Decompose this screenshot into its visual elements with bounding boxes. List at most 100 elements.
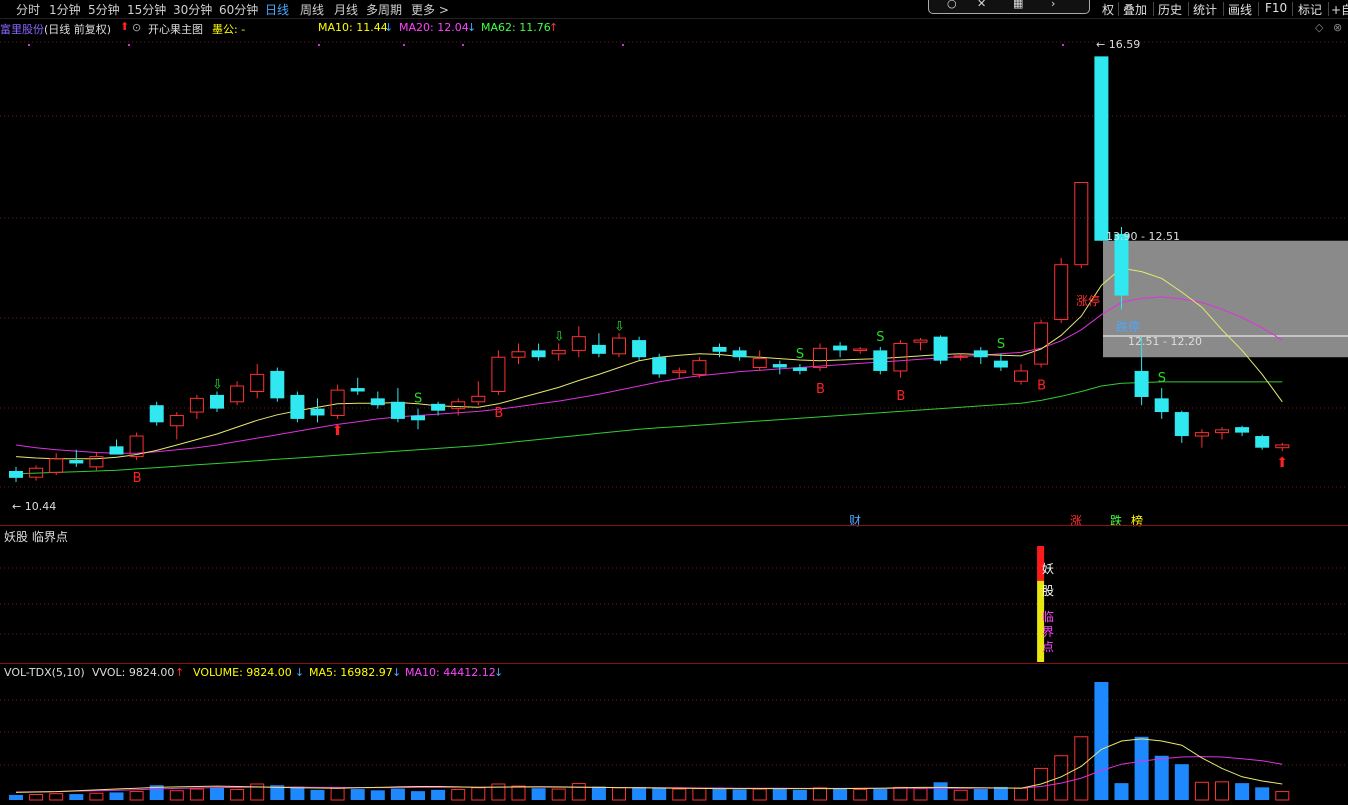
vol-bar-59 [1194,781,1209,801]
top-dot-5 [622,44,624,46]
candle-body-60 [1215,429,1229,434]
high-price-value: 16.59 [1108,38,1141,51]
candle-body-54 [1094,56,1109,241]
vol-bar-47 [953,789,968,801]
zhang-mark[interactable]: 涨 [1070,512,1082,529]
vol-bar-27 [551,788,566,801]
candle-body-58 [1174,412,1189,437]
candle-body-34 [692,360,707,375]
vol-bar-54 [1094,682,1109,800]
green-arrow-27: ⇩ [554,330,565,345]
vol-bar-50 [1014,787,1028,801]
low-price-value: 10.44 [24,500,57,513]
candle-body-14 [290,394,305,419]
vol-bar-8 [169,790,184,801]
candle-body-57 [1154,398,1169,413]
vol-bar-18 [370,790,385,800]
candle-body-18 [370,398,385,406]
panel-divider-2[interactable] [0,663,1348,664]
buy-signal-6: B [133,471,142,486]
panel-divider-1[interactable] [0,525,1348,526]
vol-bar-61 [1235,783,1250,800]
candles [9,56,1290,482]
vol-bar-34 [692,788,707,801]
vol-bar-63 [1275,791,1290,801]
candle-body-35 [712,346,727,352]
vol-bar-46 [933,782,948,800]
candle-body-52 [1054,264,1069,321]
vol-bar-21 [431,789,446,800]
candle-body-2 [49,458,64,473]
candle-body-56 [1134,370,1149,397]
vol-bar-42 [853,788,868,801]
candle-body-33 [672,370,687,373]
vol-bar-16 [330,787,345,801]
vol-bar-17 [350,789,365,800]
candle-body-5 [109,446,124,455]
vol-bar-0 [9,794,23,800]
candle-body-22 [451,401,466,410]
candle-body-61 [1235,427,1250,433]
candle-body-48 [973,350,988,358]
vol-bar-19 [390,788,405,800]
vol-bar-10 [210,787,224,800]
candle-body-42 [853,348,868,352]
vol-bar-30 [612,787,626,801]
vol-bar-22 [451,788,466,801]
vol-bar-1 [29,794,44,801]
top-dot-2 [318,44,320,46]
zhangting-label: 涨停 [1076,294,1101,308]
vol-ma5-label: MA5: 16982.97 [309,666,393,679]
vol-bar-3 [69,794,84,800]
vol-bar-43 [873,789,888,800]
candle-body-59 [1194,432,1209,437]
candle-body-17 [350,388,365,392]
vol-bar-32 [652,787,667,800]
zone2-label: 12.51 - 12.20 [1128,335,1202,348]
bang-mark[interactable]: 榜 [1131,512,1143,529]
buy-signal-51: B [1037,379,1046,394]
vol-bar-41 [833,788,848,800]
dian-label: 点 [1042,640,1055,654]
vol-ma5-arrow: ↓ [392,666,402,679]
die-mark[interactable]: 跌 [1110,512,1122,529]
volume-arrow: ↓ [295,666,305,679]
candle-body-8 [169,414,184,427]
candle-body-25 [511,351,526,358]
candle-body-37 [752,358,767,369]
candle-body-11 [230,385,245,403]
vvol-arrow: ↑ [175,666,185,679]
buy-signal-40: B [816,382,825,397]
vol-bar-57 [1154,755,1169,800]
candlestick-chart[interactable]: B B B B B S S S S S ⇩ ⇩ ⇩ ⬆ ⬆ [0,0,1348,805]
cai-mark[interactable]: 财 [849,512,861,529]
candle-body-24 [491,356,506,392]
candle-body-28 [571,336,586,351]
vol-bar-11 [230,788,245,801]
candle-body-30 [612,337,626,355]
volume-label: VOLUME: 9824.00 [193,666,292,679]
candle-body-15 [310,408,325,416]
vol-bar-36 [732,789,747,800]
vol-bar-52 [1054,755,1069,801]
top-dot-3 [403,44,405,46]
vol-ma10-label: MA10: 44412.12 [405,666,496,679]
candle-body-19 [390,401,405,419]
candle-body-43 [873,350,888,371]
vol-bar-20 [411,791,425,800]
low-price-label: ← 10.44 [12,500,57,513]
vol-indicator-name[interactable]: VOL-TDX(5,10) [4,666,85,679]
vol-bar-31 [632,786,647,800]
candle-body-46 [933,336,948,361]
candle-body-45 [913,339,928,343]
vol-bar-26 [531,788,546,800]
vol-bar-28 [571,783,586,801]
vol-bar-6 [129,791,144,801]
vol-bar-24 [491,783,506,801]
vvol-label: VVOL: 9824.00 [92,666,175,679]
dieting-label: 跌停 [1116,320,1141,334]
red-arrow-63: ⬆ [1276,455,1288,471]
high-price-label: ← 16.59 [1096,38,1141,51]
vol-bar-14 [290,786,305,800]
candle-body-0 [9,470,23,478]
